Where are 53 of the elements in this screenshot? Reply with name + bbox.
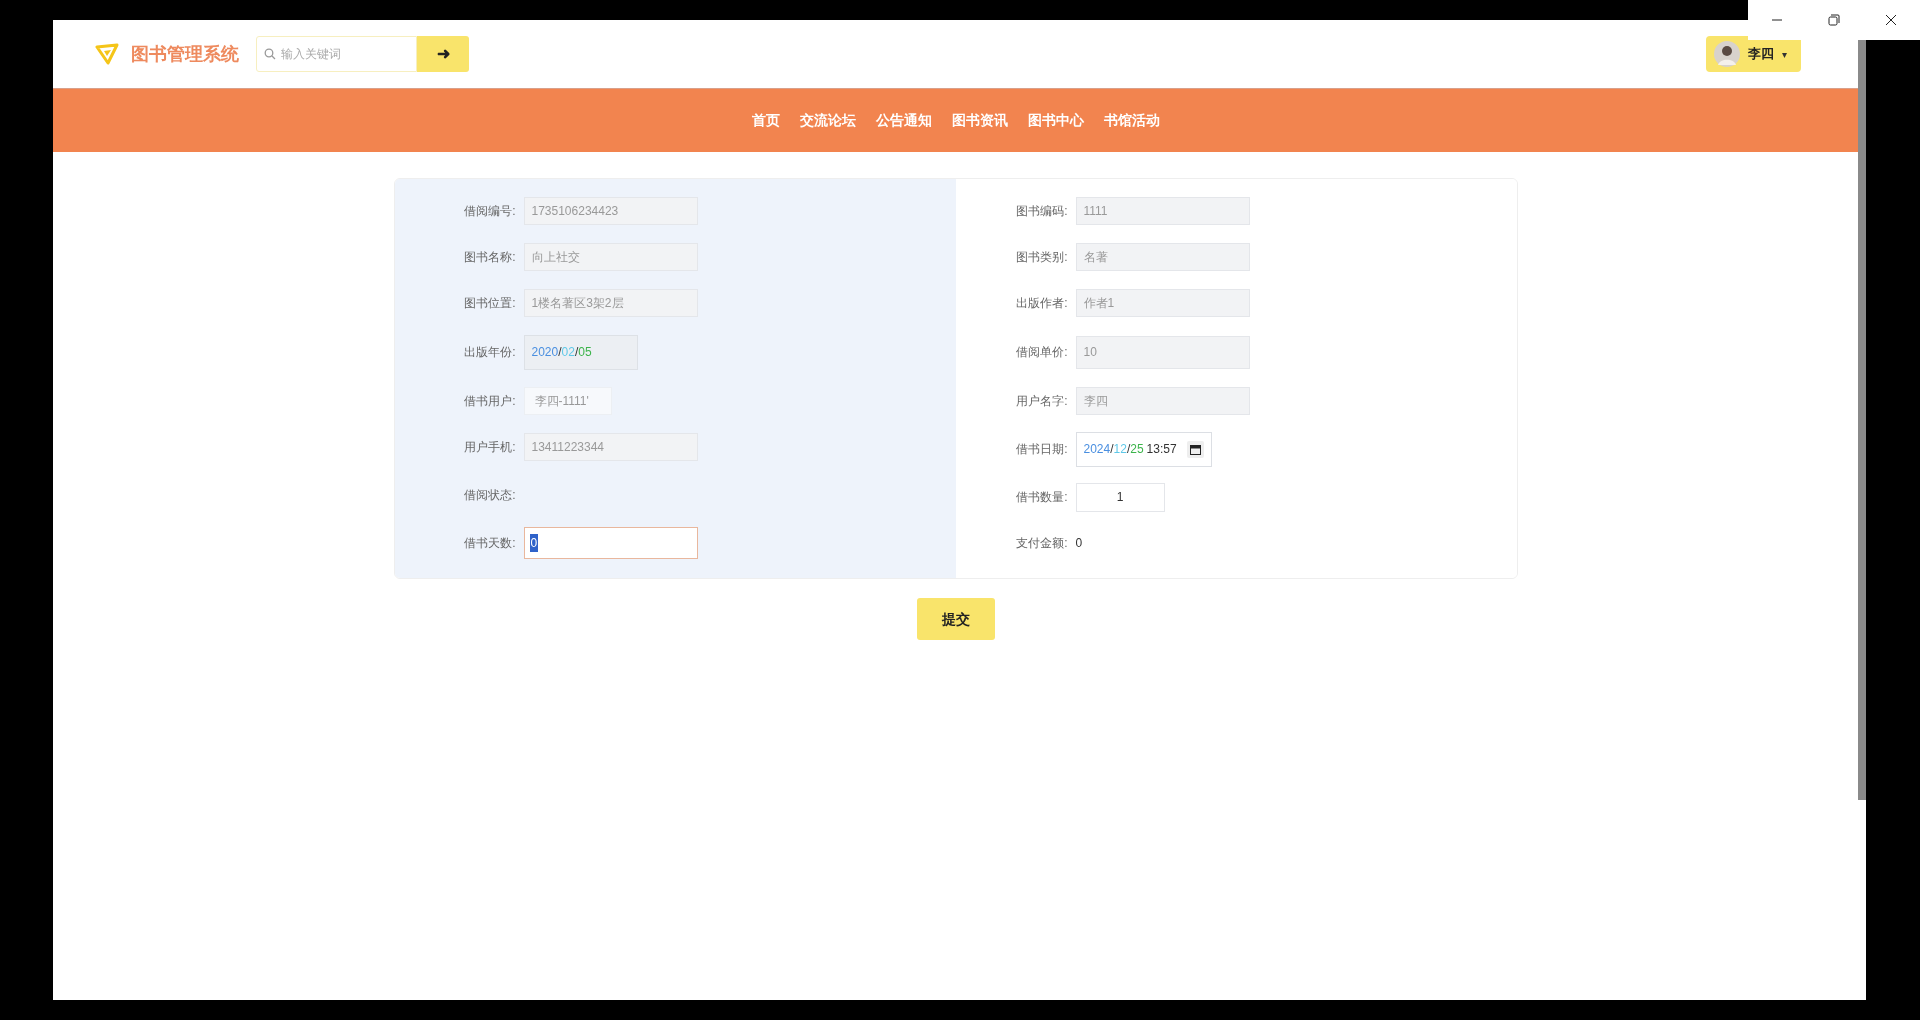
amount-value: 0 bbox=[1075, 535, 1083, 552]
nav-link[interactable]: 交流论坛 bbox=[799, 110, 856, 131]
field-label: 图书位置: bbox=[463, 295, 517, 312]
scrollbar[interactable] bbox=[1858, 40, 1866, 800]
field-label: 借阅单价: bbox=[1015, 344, 1069, 361]
close-icon[interactable] bbox=[1885, 14, 1898, 26]
user-menu[interactable]: 李四 ▾ bbox=[1706, 36, 1801, 72]
field-label: 借书日期: bbox=[1015, 441, 1069, 458]
input-field[interactable]: 名著 bbox=[1075, 243, 1250, 271]
field-label: 图书编码: bbox=[1015, 203, 1069, 220]
date-value: 2020/02/05 bbox=[531, 344, 592, 361]
caret-icon: ▾ bbox=[1782, 46, 1787, 62]
input-field[interactable]: 0 bbox=[523, 527, 698, 559]
search-button[interactable]: ➜ bbox=[417, 36, 469, 72]
input-field[interactable]: 13411223344 bbox=[523, 433, 698, 461]
nav-link[interactable]: 书馆活动 bbox=[1103, 110, 1160, 131]
nav-link[interactable]: 首页 bbox=[751, 110, 780, 131]
nav-link[interactable]: 图书资讯 bbox=[951, 110, 1008, 131]
submit-button[interactable]: 提交 bbox=[916, 598, 995, 640]
field-label: 借阅编号: bbox=[463, 203, 517, 220]
field-label: 借书数量: bbox=[1015, 489, 1069, 506]
field-label: 借书用户: bbox=[463, 393, 517, 410]
field-label: 借阅状态: bbox=[463, 487, 517, 504]
input-field[interactable]: 李四 bbox=[1075, 387, 1250, 415]
input-field[interactable]: 1735106234423 bbox=[523, 197, 698, 225]
field-label: 图书名称: bbox=[463, 249, 517, 266]
field-label: 用户手机: bbox=[463, 439, 517, 456]
field-label: 图书类别: bbox=[1015, 249, 1069, 266]
field-label: 出版作者: bbox=[1015, 295, 1069, 312]
input-field[interactable]: 10 bbox=[1075, 335, 1250, 369]
user-select[interactable]: 李四-1111' bbox=[523, 387, 612, 415]
nav-link[interactable]: 公告通知 bbox=[875, 110, 932, 131]
restore-icon[interactable] bbox=[1828, 14, 1840, 26]
search-icon bbox=[264, 48, 276, 60]
user-name: 李四 bbox=[1748, 45, 1774, 64]
nav-link[interactable]: 图书中心 bbox=[1027, 110, 1084, 131]
calendar-icon[interactable] bbox=[1186, 440, 1204, 458]
field-label: 用户名字: bbox=[1015, 393, 1069, 410]
datetime-field[interactable]: 2024/12/25 13:57 bbox=[1075, 431, 1212, 467]
date-value: 2024/12/25 13:57 bbox=[1083, 441, 1177, 458]
input-field[interactable]: 作者1 bbox=[1075, 289, 1250, 317]
field-label: 支付金额: bbox=[1015, 535, 1069, 552]
input-field[interactable]: 向上社交 bbox=[523, 243, 698, 271]
input-field[interactable]: 1楼名著区3架2层 bbox=[523, 289, 698, 317]
date-field[interactable]: 2020/02/05 bbox=[523, 334, 638, 370]
site-title: 图书管理系统 bbox=[131, 42, 239, 66]
quantity-field[interactable]: 1 bbox=[1075, 482, 1165, 512]
logo-icon bbox=[95, 43, 119, 65]
field-label: 出版年份: bbox=[463, 344, 517, 361]
search-field[interactable]: 输入关键词 bbox=[256, 36, 417, 72]
input-field[interactable]: 1111 bbox=[1075, 197, 1250, 225]
field-label: 借书天数: bbox=[463, 535, 517, 552]
avatar-icon bbox=[1714, 41, 1740, 67]
